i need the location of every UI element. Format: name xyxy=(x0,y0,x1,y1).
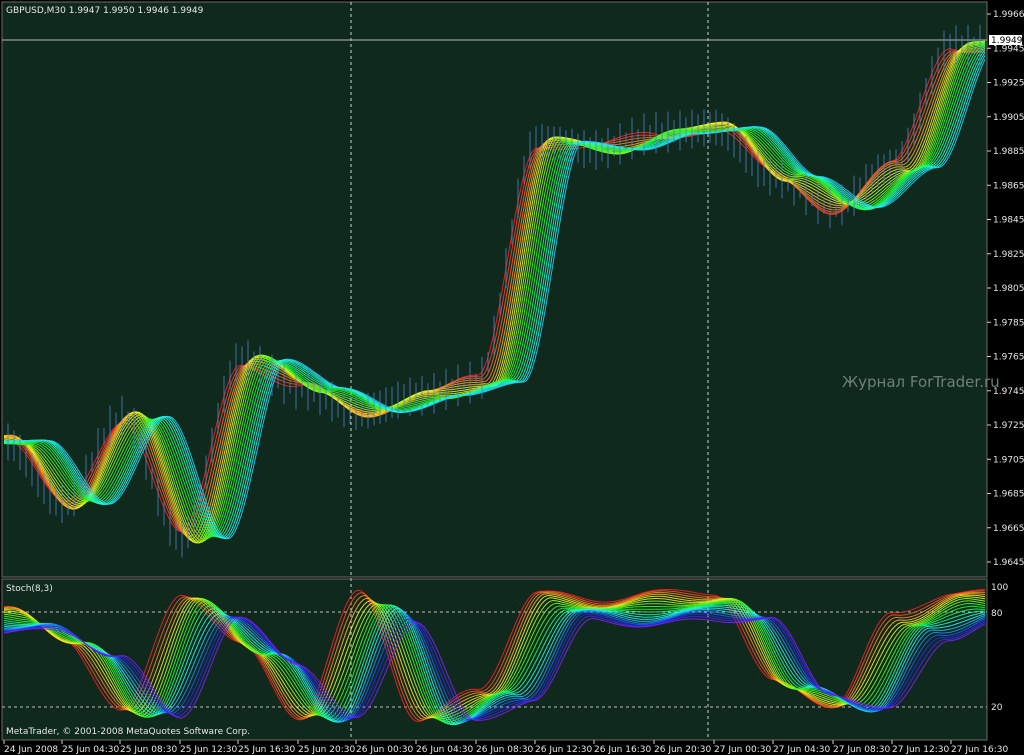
price-tick-label: 1.9725 xyxy=(993,421,1024,431)
time-tick-label: 25 Jun 12:30 xyxy=(180,745,237,755)
price-tick-label: 1.9685 xyxy=(993,490,1024,500)
price-tick-label: 1.9765 xyxy=(993,353,1024,363)
time-tick-label: 27 Jun 16:30 xyxy=(951,745,1008,755)
time-tick-label: 25 Jun 20:30 xyxy=(298,745,355,755)
time-tick-label: 27 Jun 04:30 xyxy=(773,745,830,755)
price-tick-label: 1.9885 xyxy=(993,147,1024,157)
stoch-label-20: 20 xyxy=(991,703,1003,713)
price-panel[interactable] xyxy=(1,1,988,578)
price-tick-label: 1.9645 xyxy=(993,558,1024,568)
price-tick-label: 1.9825 xyxy=(993,250,1024,260)
current-price-label: 1.9949 xyxy=(991,36,1023,46)
copyright-text: MetaTrader, © 2001-2008 MetaQuotes Softw… xyxy=(6,727,250,737)
price-tick-label: 1.9745 xyxy=(993,387,1024,397)
stoch-label-100: 100 xyxy=(991,583,1008,593)
time-tick-label: 26 Jun 20:30 xyxy=(654,745,711,755)
chart-canvas[interactable]: GBPUSD,M30 1.9947 1.9950 1.9946 1.9949 S… xyxy=(0,0,1024,755)
time-tick-label: 25 Jun 16:30 xyxy=(238,745,295,755)
metatrader-chart-window: GBPUSD,M30 1.9947 1.9950 1.9946 1.9949 S… xyxy=(0,0,1024,755)
stoch-label-80: 80 xyxy=(991,609,1003,619)
watermark: Журнал ForTrader.ru xyxy=(842,373,1000,391)
time-tick-label: 26 Jun 16:30 xyxy=(594,745,651,755)
time-axis[interactable]: 24 Jun 2008 25 Jun 04:30 25 Jun 08:30 25 Ju… xyxy=(3,740,1008,755)
price-tick-label: 1.9865 xyxy=(993,181,1024,191)
time-tick-label: 26 Jun 04:30 xyxy=(416,745,473,755)
price-tick-label: 1.9705 xyxy=(993,455,1024,465)
time-tick-label: 27 Jun 00:30 xyxy=(714,745,771,755)
time-tick-label: 26 Jun 08:30 xyxy=(476,745,533,755)
time-tick-label: 27 Jun 12:30 xyxy=(892,745,949,755)
price-axis[interactable]: 1.99661.99451.99251.99051.98851.98651.98… xyxy=(987,10,1024,568)
price-tick-label: 1.9805 xyxy=(993,284,1024,294)
time-tick-label: 27 Jun 08:30 xyxy=(833,745,890,755)
price-tick-label: 1.9785 xyxy=(993,318,1024,328)
chart-header: GBPUSD,M30 1.9947 1.9950 1.9946 1.9949 xyxy=(6,6,204,16)
indicator-name: Stoch(8,3) xyxy=(6,584,53,594)
time-tick-label: 25 Jun 08:30 xyxy=(120,745,177,755)
price-tick-label: 1.9845 xyxy=(993,216,1024,226)
price-tick-label: 1.9925 xyxy=(993,79,1024,89)
time-tick-label: 24 Jun 2008 xyxy=(4,745,58,755)
time-tick-label: 26 Jun 00:30 xyxy=(356,745,413,755)
price-tick-label: 1.9665 xyxy=(993,524,1024,534)
time-tick-label: 26 Jun 12:30 xyxy=(535,745,592,755)
time-tick-label: 25 Jun 04:30 xyxy=(62,745,119,755)
price-tick-label: 1.9905 xyxy=(993,113,1024,123)
price-tick-label: 1.9966 xyxy=(993,10,1024,20)
